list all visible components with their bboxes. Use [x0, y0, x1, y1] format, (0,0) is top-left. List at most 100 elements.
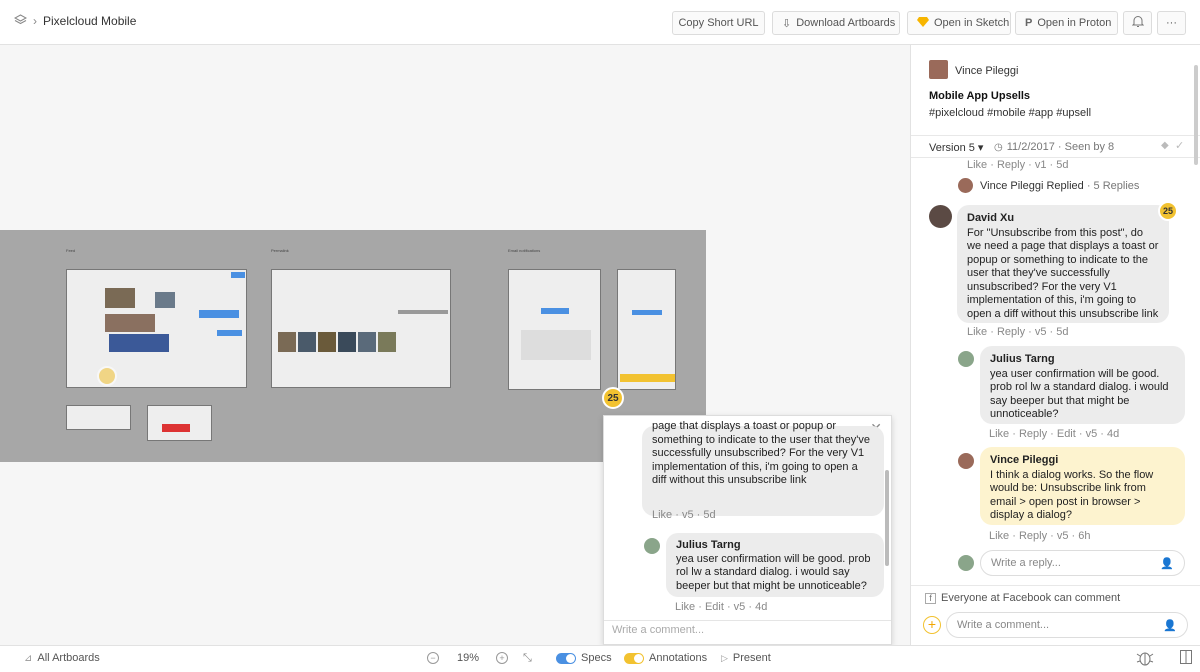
annotation-marker-faded[interactable] [97, 366, 117, 386]
reply-bubble-highlighted: Vince Pileggi I think a dialog works. So… [980, 447, 1185, 525]
board-label-feed: Feed [66, 248, 76, 253]
download-artboards-label: Download Artboards [796, 17, 896, 29]
comment-meta[interactable]: Like · Reply · v5 · 5d [967, 326, 1068, 338]
post-author[interactable]: Vince Pileggi [955, 65, 1018, 77]
download-icon: ⇩ [782, 17, 792, 30]
comment-text: page that displays a toast or popup or s… [652, 420, 870, 486]
all-artboards-label: All Artboards [37, 652, 100, 664]
avatar [958, 555, 974, 571]
annotation-popup: ✕ page that displays a toast or popup or… [603, 415, 892, 645]
artboard-permalink[interactable] [271, 269, 451, 388]
post-tags: #pixelcloud #mobile #app #upsell [929, 107, 1092, 119]
toggle-switch [624, 652, 644, 664]
artboard-feed[interactable] [66, 269, 247, 388]
comment-author: David Xu [967, 212, 1015, 224]
check-icon[interactable]: ✓ [1175, 139, 1184, 152]
annotation-badge[interactable]: 25 [1158, 201, 1178, 221]
divider [604, 620, 891, 621]
bug-icon[interactable] [1136, 649, 1154, 667]
replied-name: Vince Pileggi Replied [980, 180, 1084, 192]
comments-panel: Vince Pileggi Mobile App Upsells #pixelc… [910, 45, 1200, 645]
open-in-proton-button[interactable]: P Open in Proton [1015, 11, 1118, 35]
specs-label: Specs [581, 652, 612, 664]
sketch-icon [917, 16, 929, 30]
board-label-email: Email notifications [508, 248, 541, 253]
reply-text: yea user confirmation will be good. prob… [676, 552, 871, 592]
plus-icon: + [496, 652, 508, 664]
comment-input[interactable]: Write a comment... 👤 [946, 612, 1188, 638]
download-artboards-button[interactable]: ⇩ Download Artboards [772, 11, 900, 35]
artboard-email-1[interactable] [508, 269, 601, 390]
project-title[interactable]: Pixelcloud Mobile [43, 14, 136, 28]
copy-short-url-button[interactable]: Copy Short URL [672, 11, 765, 35]
layers-icon [13, 14, 28, 28]
copy-short-url-label: Copy Short URL [678, 17, 759, 29]
version-dropdown[interactable]: Version 5 ▾ [929, 141, 983, 154]
zoom-out-button[interactable]: − [427, 652, 439, 664]
reply-text: I think a dialog works. So the flow woul… [990, 468, 1154, 522]
artboard-mini-1[interactable] [66, 405, 131, 430]
annotation-marker[interactable]: 25 [602, 387, 624, 409]
fit-screen-icon[interactable]: ⤡ [523, 652, 532, 665]
toggle-switch [556, 652, 576, 664]
reply-author: Julius Tarng [990, 353, 1055, 365]
comment-bubble: David Xu For "Unsubscribe from this post… [957, 205, 1169, 323]
divider [911, 585, 1200, 586]
avatar [958, 453, 974, 469]
clock-icon: ◷ [994, 141, 1003, 153]
open-in-sketch-label: Open in Sketch [934, 17, 1010, 29]
specs-toggle[interactable]: Specs [556, 652, 612, 664]
reply-placeholder: Write a reply... [991, 557, 1061, 569]
reply-author: Julius Tarng [676, 539, 741, 551]
zoom-level: 19% [457, 652, 480, 664]
chevron-right-icon: › [33, 14, 37, 28]
add-person-icon[interactable]: 👤 [1163, 619, 1177, 632]
avatar [644, 538, 660, 554]
add-icon[interactable]: + [923, 616, 941, 634]
avatar [929, 60, 948, 79]
replied-summary[interactable]: Vince Pileggi Replied · 5 Replies [980, 180, 1139, 192]
permission-text: Everyone at Facebook can comment [941, 592, 1121, 604]
divider [911, 135, 1200, 136]
comment-input[interactable]: Write a comment... [612, 624, 704, 636]
permission-note: f Everyone at Facebook can comment [925, 592, 1120, 604]
panel-toggle-icon[interactable] [1180, 650, 1192, 664]
annotations-toggle[interactable]: Annotations [624, 652, 707, 664]
breadcrumb: › Pixelcloud Mobile [13, 14, 136, 28]
tag-icon[interactable]: ◆ [1161, 140, 1169, 151]
present-button[interactable]: ▷ Present [721, 652, 771, 664]
add-person-icon[interactable]: 👤 [1160, 557, 1174, 570]
artboard-email-2[interactable] [617, 269, 676, 390]
zoom-in-button[interactable]: + [496, 652, 508, 664]
reply-bubble: Julius Tarng yea user confirmation will … [666, 533, 884, 597]
scrollbar[interactable] [885, 470, 889, 566]
facebook-icon: f [925, 592, 936, 604]
top-bar: › Pixelcloud Mobile Copy Short URL ⇩ Dow… [0, 0, 1200, 45]
date-seen-text: 11/2/2017 · Seen by 8 [1006, 141, 1115, 153]
bell-icon [1131, 15, 1144, 31]
more-button[interactable]: ··· [1157, 11, 1186, 35]
minus-icon: − [427, 652, 439, 664]
comment-bubble: page that displays a toast or popup or s… [642, 420, 884, 516]
reply-author: Vince Pileggi [990, 454, 1059, 466]
artboard-mini-2[interactable] [147, 405, 212, 441]
artboard-area[interactable]: Feed Permalink Email notifications [0, 230, 706, 462]
comment-text: For "Unsubscribe from this post", do we … [967, 226, 1159, 320]
reply-meta[interactable]: Like · Edit · v5 · 4d [675, 601, 767, 613]
reply-input[interactable]: Write a reply... 👤 [980, 550, 1185, 576]
reply-bubble: Julius Tarng yea user confirmation will … [980, 346, 1185, 424]
reply-meta[interactable]: Like · Reply · Edit · v5 · 4d [989, 428, 1119, 440]
present-label: Present [732, 652, 771, 664]
open-in-proton-label: Open in Proton [1037, 17, 1112, 29]
scrollbar[interactable] [1194, 65, 1198, 165]
comment-meta[interactable]: Like · v5 · 5d [652, 509, 716, 521]
play-icon: ▷ [721, 652, 728, 663]
notifications-button[interactable] [1123, 11, 1152, 35]
all-artboards-button[interactable]: ⊿ All Artboards [24, 652, 100, 664]
avatar [958, 351, 974, 367]
date-seen: ◷ 11/2/2017 · Seen by 8 [994, 141, 1114, 153]
board-label-permalink: Permalink [271, 248, 289, 253]
comment-meta[interactable]: Like · Reply · v1 · 5d [967, 159, 1068, 171]
reply-meta[interactable]: Like · Reply · v5 · 6h [989, 530, 1090, 542]
open-in-sketch-button[interactable]: Open in Sketch [907, 11, 1011, 35]
